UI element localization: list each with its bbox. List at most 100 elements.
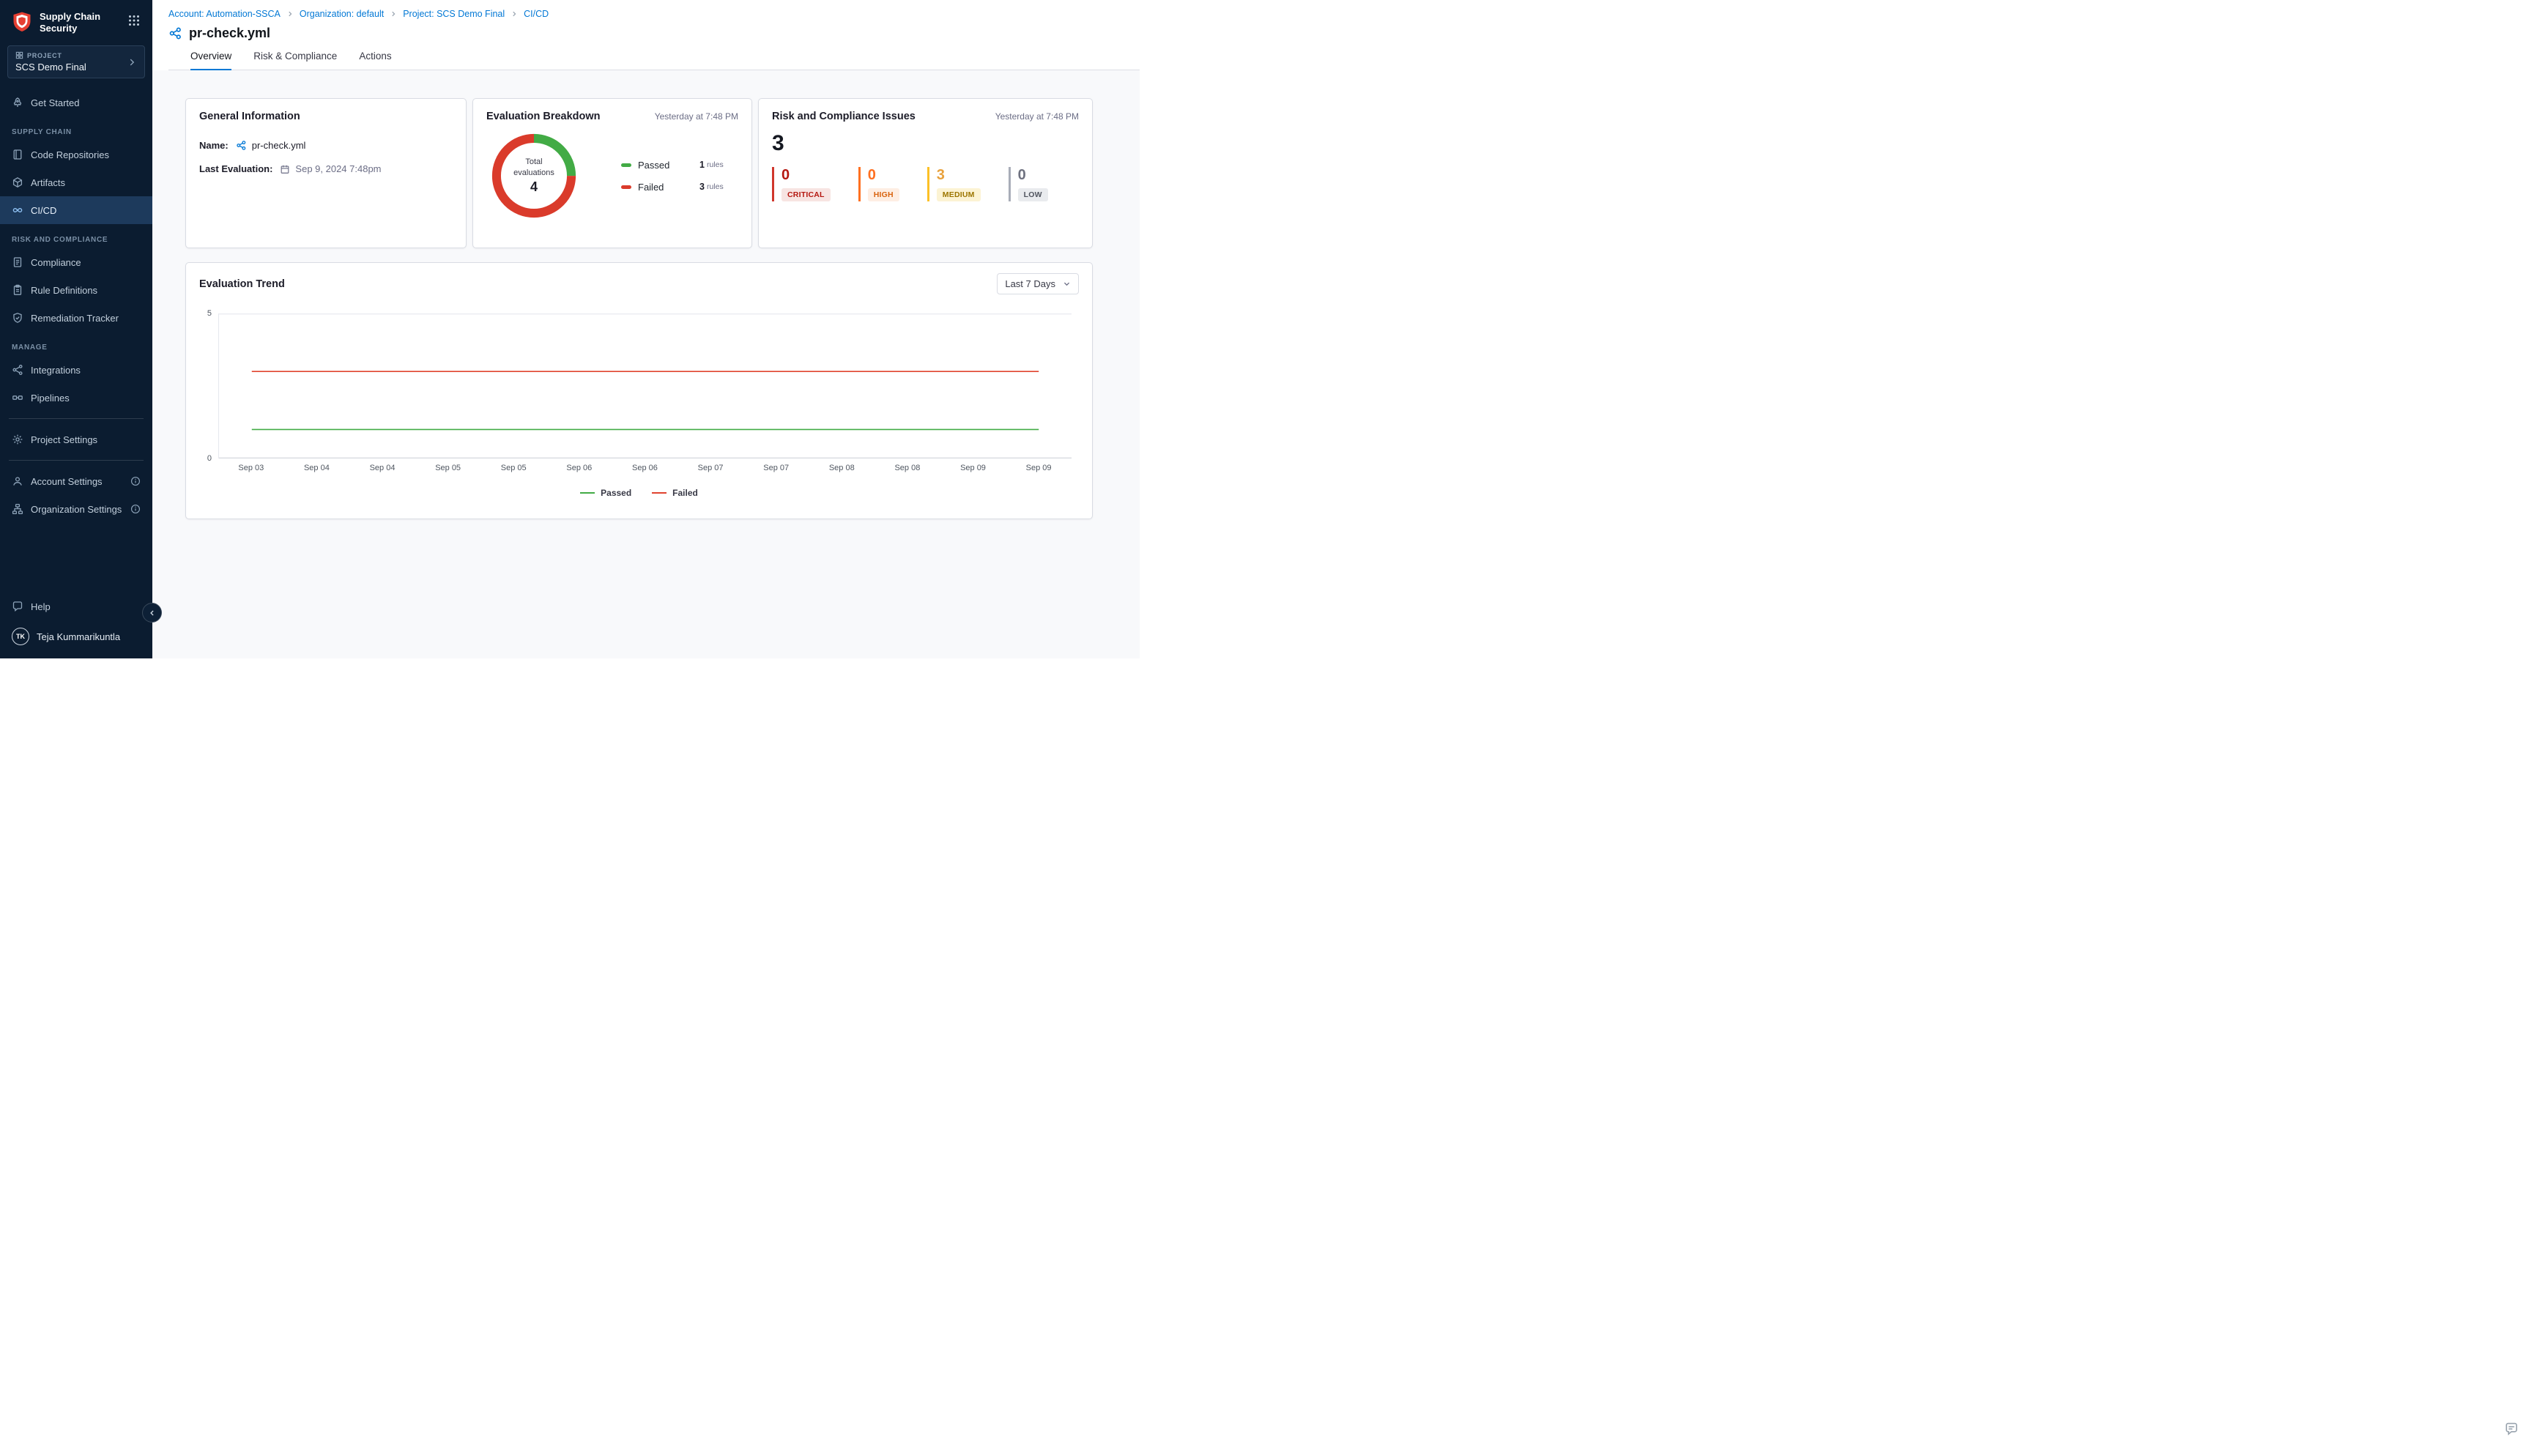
donut-center: Total evaluations 4 xyxy=(486,128,582,223)
sidebar-item-label: Organization Settings xyxy=(31,504,122,515)
pipeline-icon xyxy=(12,392,23,404)
passed-count: 1 xyxy=(699,160,705,170)
card-title: Evaluation Trend xyxy=(199,278,285,290)
general-information-card: General Information Name: pr-check.yml xyxy=(185,98,467,248)
sidebar-nav: Get Started SUPPLY CHAIN Code Repositori… xyxy=(0,89,152,523)
low-count: 0 xyxy=(1018,167,1026,183)
repository-icon xyxy=(12,149,23,160)
summary-cards-row: General Information Name: pr-check.yml xyxy=(185,98,1093,248)
card-title: Evaluation Breakdown xyxy=(486,111,601,122)
legend-item-passed: Passed xyxy=(580,488,631,498)
high-count: 0 xyxy=(868,167,876,183)
sidebar-item-account-settings[interactable]: Account Settings xyxy=(0,467,152,495)
breadcrumb-account[interactable]: Account: Automation-SSCA xyxy=(168,9,281,19)
user-name: Teja Kummarikuntla xyxy=(37,631,120,642)
sidebar-item-project-settings[interactable]: Project Settings xyxy=(0,426,152,453)
topbar: Account: Automation-SSCA Organization: d… xyxy=(152,0,1140,70)
chat-bubble-icon xyxy=(12,601,23,612)
supply-chain-security-logo-icon xyxy=(12,11,32,33)
section-risk-and-compliance: RISK AND COMPLIANCE xyxy=(0,224,152,248)
sidebar-item-remediation-tracker[interactable]: Remediation Tracker xyxy=(0,304,152,332)
sidebar-item-help[interactable]: Help xyxy=(0,593,152,620)
tab-actions[interactable]: Actions xyxy=(359,51,391,70)
sidebar-item-organization-settings[interactable]: Organization Settings xyxy=(0,495,152,523)
page-title: pr-check.yml xyxy=(189,26,270,41)
sidebar-item-label: Rule Definitions xyxy=(31,285,97,296)
project-selector[interactable]: PROJECT SCS Demo Final xyxy=(7,45,145,78)
sidebar-item-integrations[interactable]: Integrations xyxy=(0,356,152,384)
clipboard-icon xyxy=(12,284,23,296)
title-row: pr-check.yml xyxy=(168,26,1140,41)
sidebar-divider xyxy=(9,418,144,419)
org-hierarchy-icon xyxy=(12,503,23,515)
tab-overview[interactable]: Overview xyxy=(190,51,231,70)
x-tick-label: Sep 07 xyxy=(677,464,743,472)
donut-center-label: Total evaluations xyxy=(508,157,560,178)
card-title: Risk and Compliance Issues xyxy=(772,111,916,122)
last-evaluation-text: Sep 9, 2024 7:48pm xyxy=(295,163,381,174)
info-icon[interactable] xyxy=(130,504,141,514)
gear-icon xyxy=(12,434,23,445)
sidebar-item-code-repositories[interactable]: Code Repositories xyxy=(0,141,152,168)
medium-count: 3 xyxy=(937,167,945,183)
info-icon[interactable] xyxy=(130,476,141,486)
y-tick-label: 0 xyxy=(207,454,212,463)
last-evaluation-row: Last Evaluation: Sep 9, 2024 7:48pm xyxy=(186,163,466,174)
sidebar-item-rule-definitions[interactable]: Rule Definitions xyxy=(0,276,152,304)
evaluation-breakdown-card: Evaluation Breakdown Yesterday at 7:48 P… xyxy=(472,98,752,248)
last-evaluation-label: Last Evaluation: xyxy=(199,163,272,174)
sidebar-item-get-started[interactable]: Get Started xyxy=(0,89,152,116)
failed-dash-icon xyxy=(621,185,631,189)
chevron-right-icon xyxy=(127,57,137,67)
breadcrumb-separator xyxy=(286,10,294,18)
user-menu[interactable]: TK Teja Kummarikuntla xyxy=(0,620,152,648)
breadcrumb-cicd[interactable]: CI/CD xyxy=(524,9,549,19)
app-grid-icon[interactable] xyxy=(126,12,142,31)
x-tick-label: Sep 04 xyxy=(349,464,415,472)
failed-count: 3 xyxy=(699,182,705,192)
severity-low: 0 LOW xyxy=(1009,167,1048,201)
project-meta: PROJECT SCS Demo Final xyxy=(15,51,86,73)
app-title: Supply Chain Security xyxy=(40,11,116,34)
medium-badge: MEDIUM xyxy=(937,188,981,201)
name-value: pr-check.yml xyxy=(236,140,306,151)
x-tick-label: Sep 08 xyxy=(809,464,875,472)
legend-row-passed: Passed 1 rules xyxy=(621,160,724,171)
card-timestamp: Yesterday at 7:48 PM xyxy=(995,111,1079,122)
sidebar-item-label: Code Repositories xyxy=(31,149,109,160)
sidebar-item-pipelines[interactable]: Pipelines xyxy=(0,384,152,412)
legend-label: Failed xyxy=(672,488,698,498)
severity-row: 0 CRITICAL 0 HIGH 3 MEDIUM 0 xyxy=(759,167,1092,201)
calendar-icon xyxy=(280,164,290,174)
breadcrumb-project[interactable]: Project: SCS Demo Final xyxy=(403,9,505,19)
breadcrumb-organization[interactable]: Organization: default xyxy=(300,9,384,19)
passed-dash-icon xyxy=(621,163,631,167)
sidebar-item-compliance[interactable]: Compliance xyxy=(0,248,152,276)
tab-risk-and-compliance[interactable]: Risk & Compliance xyxy=(253,51,337,70)
trend-chart: 5 0 xyxy=(199,313,1072,458)
x-tick-label: Sep 05 xyxy=(480,464,546,472)
sidebar-item-artifacts[interactable]: Artifacts xyxy=(0,168,152,196)
x-tick-label: Sep 08 xyxy=(875,464,940,472)
y-tick-label: 5 xyxy=(207,309,212,318)
x-tick-label: Sep 03 xyxy=(218,464,284,472)
legend-label: Passed xyxy=(638,160,683,171)
sidebar-item-label: Get Started xyxy=(31,97,79,108)
section-manage: MANAGE xyxy=(0,332,152,356)
chevron-left-icon xyxy=(148,609,157,617)
name-row: Name: pr-check.yml xyxy=(186,140,466,151)
support-chat-icon[interactable] xyxy=(2504,1422,2519,1440)
sidebar-bottom: Help TK Teja Kummarikuntla xyxy=(0,593,152,658)
x-tick-label: Sep 07 xyxy=(743,464,809,472)
sidebar-item-label: Remediation Tracker xyxy=(31,313,119,324)
sidebar-item-cicd[interactable]: CI/CD xyxy=(0,196,152,224)
critical-badge: CRITICAL xyxy=(781,188,831,201)
sidebar-collapse-button[interactable] xyxy=(142,603,162,623)
date-range-select[interactable]: Last 7 Days xyxy=(997,273,1079,294)
total-issues-count: 3 xyxy=(759,133,1092,155)
sidebar-item-label: CI/CD xyxy=(31,205,56,216)
sidebar-divider xyxy=(9,460,144,461)
sidebar-item-label: Integrations xyxy=(31,365,81,376)
card-timestamp: Yesterday at 7:48 PM xyxy=(655,111,738,122)
failed-unit: rules xyxy=(707,182,724,191)
